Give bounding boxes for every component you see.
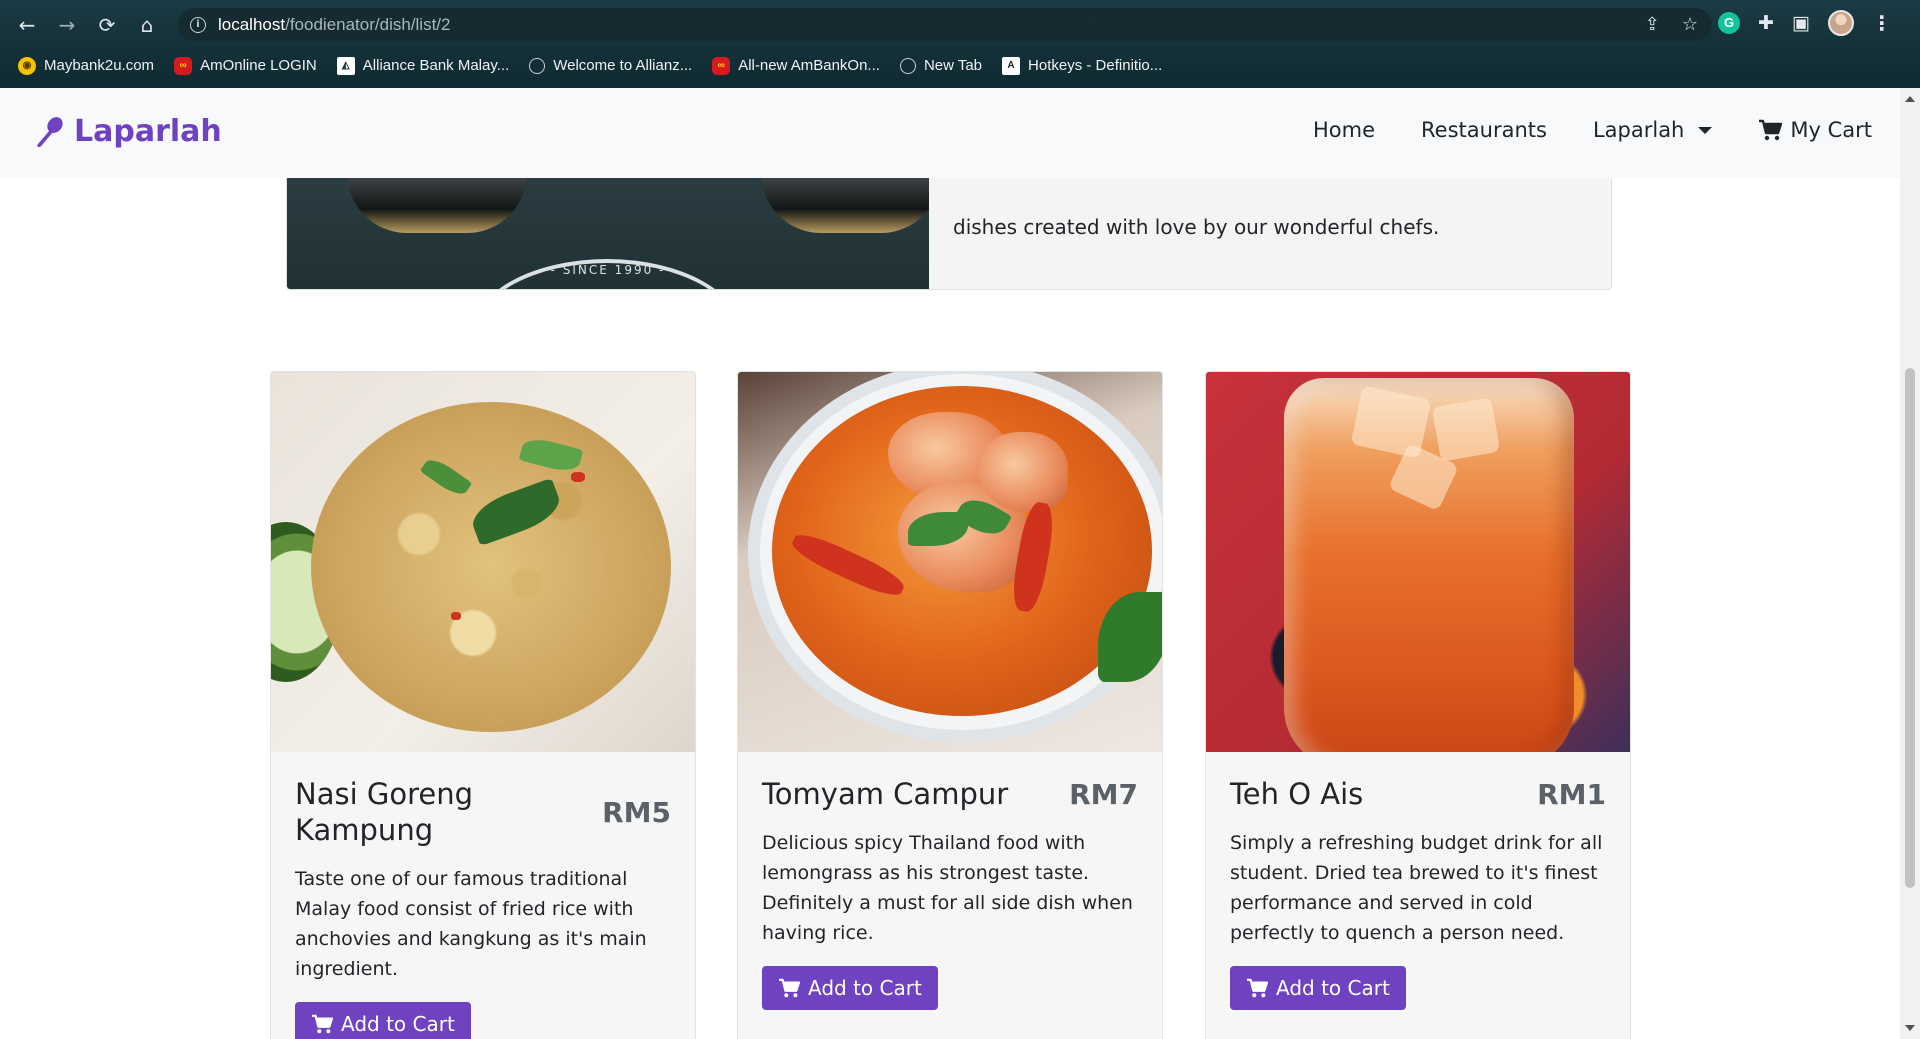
add-to-cart-label: Add to Cart [1276,976,1390,1000]
nav-home-label: Home [1313,118,1376,142]
bookmark-label: Maybank2u.com [44,57,155,74]
url-host: localhost [218,14,286,34]
dish-price: RM1 [1537,777,1606,811]
scroll-thumb[interactable] [1905,368,1915,888]
profile-avatar[interactable] [1827,10,1854,36]
alliance-icon: ◭ [336,56,355,75]
add-to-cart-label: Add to Cart [808,976,922,1000]
bookmark-label: New Tab [923,57,983,74]
add-to-cart-button[interactable]: Add to Cart [762,966,938,1010]
browser-toolbar: ← → ⟳ ⌂ i localhost/foodienator/dish/lis… [0,0,1920,49]
url-text[interactable]: localhost/foodienator/dish/list/2 [218,15,451,35]
globe-icon [899,57,916,74]
bookmark-label: Alliance Bank Malay... [362,57,510,74]
nav-cart-label: My Cart [1790,118,1872,142]
dish-description: Simply a refreshing budget drink for all… [1230,832,1603,944]
star-icon[interactable]: ☆ [1682,14,1698,35]
bookmarks-bar: ◉ Maybank2u.com ∞ AmOnline LOGIN ◭ Allia… [0,49,1920,82]
hotkeys-icon: A [1002,56,1021,75]
cart-icon [312,1014,333,1034]
dish-image-tomyam [738,372,1162,752]
dish-name: Nasi Goreng Kampung [295,777,473,847]
caret-down-icon [1698,126,1713,134]
site-info-icon[interactable]: i [190,16,206,33]
bookmark-maybank[interactable]: ◉ Maybank2u.com [18,56,155,75]
page-scrollbar[interactable] [1900,88,1920,1039]
puzzle-icon[interactable]: ✚ [1758,12,1774,34]
nav-restaurants-label: Restaurants [1421,118,1547,142]
dish-price: RM5 [602,795,671,829]
dish-card: Nasi Goreng Kampung RM5 Taste one of our… [270,371,696,1039]
browser-chrome: ← → ⟳ ⌂ i localhost/foodienator/dish/lis… [0,0,1920,88]
globe-icon [529,57,546,74]
scroll-down-icon[interactable] [1905,1025,1915,1031]
grammarly-icon[interactable]: G [1718,12,1740,34]
dish-name: Teh O Ais [1230,777,1364,811]
hero-image-caption: - SINCE 1990 - [550,263,666,277]
add-to-cart-label: Add to Cart [341,1012,455,1036]
dish-price: RM7 [1069,777,1138,811]
dish-card: Teh O Ais RM1 Simply a refreshing budget… [1205,371,1631,1039]
site-navbar: Laparlah Home Restaurants Laparlah My Ca… [0,88,1900,178]
bookmark-amonline[interactable]: ∞ AmOnline LOGIN [174,56,317,75]
bookmark-label: AmOnline LOGIN [200,57,317,74]
bookmark-new-tab[interactable]: New Tab [899,57,983,74]
hero-text: dishes created with love by our wonderfu… [953,215,1440,239]
dish-card: Tomyam Campur RM7 Delicious spicy Thaila… [737,371,1163,1039]
sidebar-icon[interactable]: ▣ [1792,12,1810,34]
dish-image-fried-rice [271,372,695,752]
amonline-icon: ∞ [174,56,193,75]
nav-restaurants[interactable]: Restaurants [1421,118,1547,142]
bookmark-ambank[interactable]: ∞ All-new AmBankOn... [712,56,880,75]
lamp-shape [347,173,527,233]
bookmark-alliance[interactable]: ◭ Alliance Bank Malay... [336,56,510,75]
dish-description: Delicious spicy Thailand food with lemon… [762,832,1133,944]
forward-arrow-icon[interactable]: → [52,10,82,40]
nav-my-cart[interactable]: My Cart [1758,118,1872,142]
back-arrow-icon[interactable]: ← [12,10,42,40]
lamp-shape [761,173,929,233]
bookmark-hotkeys[interactable]: A Hotkeys - Definitio... [1002,56,1163,75]
kebab-menu-icon[interactable]: ⋮ [1872,11,1892,35]
reload-icon[interactable]: ⟳ [92,10,122,40]
share-icon[interactable]: ⇪ [1645,14,1660,35]
scroll-up-icon[interactable] [1905,96,1915,102]
add-to-cart-button[interactable]: Add to Cart [295,1002,471,1039]
bookmark-label: Welcome to Allianz... [553,57,693,74]
bookmark-allianz[interactable]: Welcome to Allianz... [529,57,692,74]
dish-image-iced-tea [1206,372,1630,752]
nav-laparlah-dropdown[interactable]: Laparlah [1592,118,1713,142]
home-icon[interactable]: ⌂ [132,10,162,40]
brand-name: Laparlah [74,114,222,149]
bookmark-label: Hotkeys - Definitio... [1028,57,1163,74]
cart-icon [1759,119,1783,141]
dish-name: Tomyam Campur [762,777,1009,811]
bookmark-label: All-new AmBankOn... [738,57,880,74]
cart-icon [779,978,800,998]
cart-icon [1247,978,1268,998]
page-viewport: - SINCE 1990 - dishes created with love … [0,88,1920,1039]
dish-description: Taste one of our famous traditional Mala… [295,868,647,980]
url-path: /foodienator/dish/list/2 [285,14,451,34]
nav-home[interactable]: Home [1313,118,1375,142]
nav-laparlah-label: Laparlah [1592,118,1685,142]
add-to-cart-button[interactable]: Add to Cart [1230,966,1406,1010]
address-bar[interactable]: i localhost/foodienator/dish/list/2 ⇪ ☆ [178,8,1712,41]
ambank-icon: ∞ [712,56,731,75]
maybank-icon: ◉ [18,56,36,75]
brand-logo[interactable]: Laparlah [34,114,222,149]
spoon-icon [37,116,63,147]
